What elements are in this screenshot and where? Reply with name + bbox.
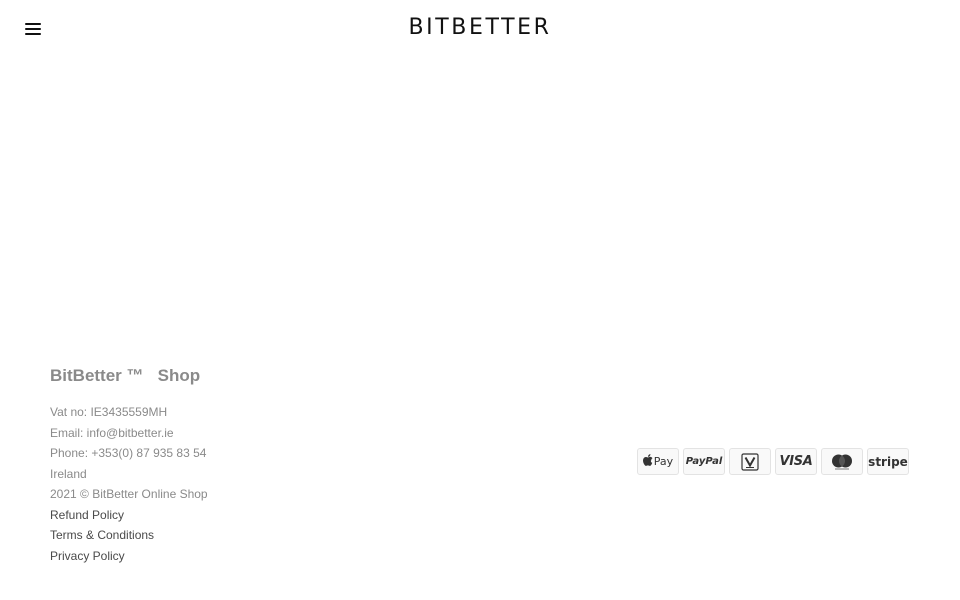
apple-pay-icon: Pay xyxy=(637,448,679,475)
paypal-icon: PayPal xyxy=(683,448,725,475)
mastercard-circles-icon xyxy=(832,454,852,469)
privacy-policy-link[interactable]: Privacy Policy xyxy=(50,546,370,567)
menu-bar xyxy=(25,33,41,35)
email-address: Email: info@bitbetter.ie xyxy=(50,425,174,440)
vat-number: Vat no: IE3435559MH xyxy=(50,405,168,419)
site-header: BITBETTER xyxy=(0,0,960,56)
stripe-label: stripe xyxy=(868,454,908,469)
site-logo[interactable]: BITBETTER xyxy=(380,12,580,42)
terms-conditions-link[interactable]: Terms & Conditions xyxy=(50,525,370,546)
refund-policy-link[interactable]: Refund Policy xyxy=(50,505,370,526)
payment-methods: Pay PayPal VISA stripe xyxy=(637,448,909,475)
stripe-icon: stripe xyxy=(867,448,909,475)
venmo-icon xyxy=(729,448,771,475)
apple-pay-label: Pay xyxy=(653,455,674,468)
footer-info: BitBetter ™ Shop Vat no: IE3435559MH Ema… xyxy=(50,364,370,566)
paypal-label: PayPal xyxy=(685,456,723,467)
mastercard-icon xyxy=(821,448,863,475)
apple-logo-icon xyxy=(642,454,653,469)
menu-bar xyxy=(25,23,41,25)
menu-bar xyxy=(25,28,41,30)
hamburger-menu-icon[interactable] xyxy=(22,19,46,39)
phone-number: Phone: +353(0) 87 935 83 54 xyxy=(50,446,207,460)
country: Ireland xyxy=(50,466,87,481)
copyright: 2021 © BitBetter Online Shop xyxy=(50,487,208,501)
footer-brand: BitBetter ™ Shop xyxy=(50,366,201,385)
visa-icon: VISA xyxy=(775,448,817,475)
visa-label: VISA xyxy=(779,454,813,469)
venmo-logo-icon xyxy=(741,452,759,471)
